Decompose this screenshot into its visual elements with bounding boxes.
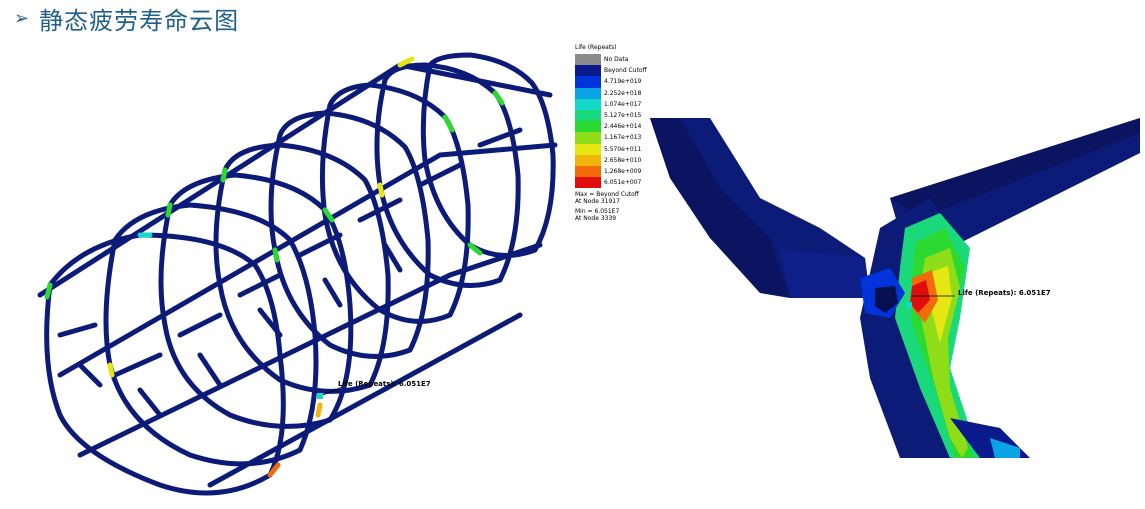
slide-title: ➢ 静态疲劳寿命云图 bbox=[14, 2, 240, 35]
arrow-bullet-icon: ➢ bbox=[14, 7, 30, 29]
legend-stats: Max = Beyond Cutoff At Node 31917 Min = … bbox=[575, 191, 655, 222]
left-life-annotation: Life (Repeats): 6.051E7 bbox=[338, 380, 431, 388]
legend-swatch bbox=[575, 76, 601, 88]
legend-max-line2: At Node 31917 bbox=[575, 198, 620, 206]
legend-max-line1: Max = Beyond Cutoff bbox=[575, 191, 639, 199]
legend-swatch bbox=[575, 87, 601, 99]
legend-label: 4.719e+019 bbox=[604, 78, 642, 86]
slide-title-text: 静态疲劳寿命云图 bbox=[39, 6, 240, 35]
legend-row: 6.051e+007 bbox=[575, 177, 655, 189]
legend-label: Beyond Cutoff bbox=[604, 67, 647, 75]
legend-swatch bbox=[575, 65, 601, 77]
legend-row-beyond-cutoff: Beyond Cutoff bbox=[575, 65, 655, 77]
legend-min-line1: Min = 6.051E7 bbox=[575, 208, 620, 216]
legend-row: 5.127e+015 bbox=[575, 109, 655, 122]
legend-label: 5.570e+011 bbox=[604, 145, 642, 153]
legend-label: 2.446e+014 bbox=[604, 123, 642, 131]
legend-row: 1.268e+009 bbox=[575, 165, 655, 178]
legend-row: 2.252e+018 bbox=[575, 87, 655, 99]
legend-label: 2.252e+018 bbox=[604, 89, 642, 97]
legend-row: 1.167e+013 bbox=[575, 132, 655, 144]
legend-swatch bbox=[575, 98, 601, 110]
legend-label: 1.268e+009 bbox=[604, 167, 642, 175]
legend-label: No Data bbox=[604, 56, 629, 64]
legend-row: 4.719e+019 bbox=[575, 76, 655, 88]
detail-contour-view: Life (Repeats): 6.051E7 bbox=[650, 118, 1140, 458]
detail-contour-image bbox=[650, 118, 1140, 458]
legend-swatch bbox=[575, 109, 601, 122]
legend-row: 2.658e+010 bbox=[575, 154, 655, 166]
cage-contour-view: Life (Repeats): 6.051E7 bbox=[20, 35, 580, 505]
legend-swatch bbox=[575, 143, 601, 155]
legend-row: 2.446e+014 bbox=[575, 121, 655, 133]
legend-label: 1.167e+013 bbox=[604, 134, 642, 142]
legend-row: 5.570e+011 bbox=[575, 143, 655, 155]
legend-row-no-data: No Data bbox=[575, 54, 655, 66]
legend-swatch bbox=[575, 132, 601, 144]
legend-swatch bbox=[575, 154, 601, 166]
legend-label: 2.658e+010 bbox=[604, 156, 642, 164]
life-legend: Life (Repeats) No Data Beyond Cutoff 4.7… bbox=[575, 44, 655, 222]
legend-min-line2: At Node 3339 bbox=[575, 215, 617, 223]
legend-swatch bbox=[575, 121, 601, 133]
legend-label: 5.127e+015 bbox=[604, 112, 642, 120]
legend-label: 1.074e+017 bbox=[604, 100, 642, 108]
right-life-annotation: Life (Repeats): 6.051E7 bbox=[958, 289, 1051, 297]
legend-row: 1.074e+017 bbox=[575, 98, 655, 110]
legend-label: 6.051e+007 bbox=[604, 179, 642, 187]
legend-swatch bbox=[575, 54, 601, 66]
legend-swatch bbox=[575, 177, 601, 189]
cage-contour-image bbox=[37, 52, 558, 496]
legend-title: Life (Repeats) bbox=[575, 44, 617, 51]
legend-swatch bbox=[575, 165, 601, 178]
